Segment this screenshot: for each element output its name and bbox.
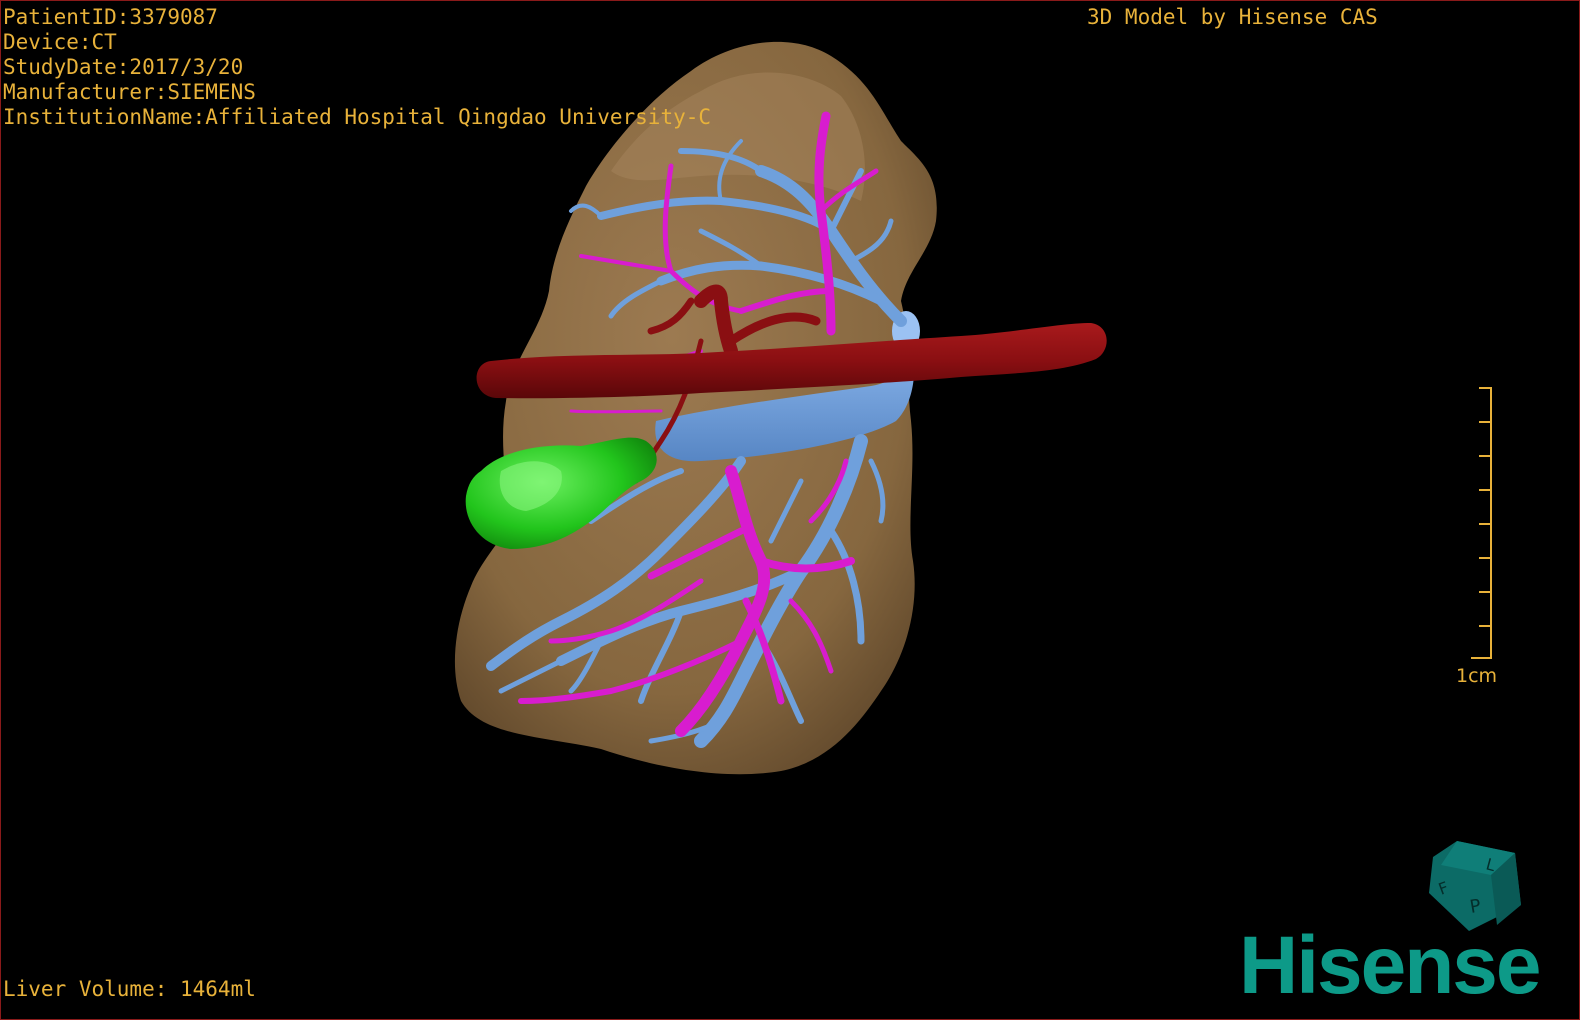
manufacturer-text: Manufacturer:SIEMENS — [3, 80, 256, 104]
hisense-logo: Hisense — [1239, 920, 1542, 1011]
liver-3d-model[interactable] — [1, 1, 1580, 1020]
patient-info-overlay: PatientID:3379087 Device:CT StudyDate:20… — [3, 5, 711, 130]
institution-text: InstitutionName:Affiliated Hospital Qing… — [3, 105, 712, 129]
3d-viewport[interactable]: PatientID:3379087 Device:CT StudyDate:20… — [0, 0, 1580, 1020]
patient-id-text: PatientID:3379087 — [3, 5, 218, 29]
scale-bar — [1471, 387, 1492, 659]
device-text: Device:CT — [3, 30, 117, 54]
model-caption: 3D Model by Hisense CAS — [1087, 5, 1378, 29]
liver-volume-text: Liver Volume: 1464ml — [3, 977, 256, 1001]
study-date-text: StudyDate:2017/3/20 — [3, 55, 244, 79]
scale-bar-label: 1cm — [1456, 665, 1498, 687]
